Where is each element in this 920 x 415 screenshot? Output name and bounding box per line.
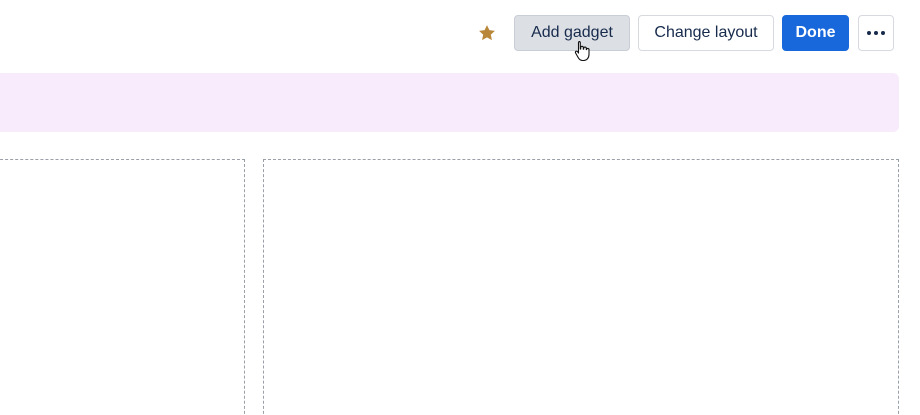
- dashboard-banner: [0, 73, 899, 132]
- dashboard-edit-page: Add gadget Change layout Done: [0, 0, 920, 415]
- done-button[interactable]: Done: [782, 15, 849, 51]
- gadget-column-left[interactable]: [0, 159, 245, 415]
- gadget-column-right[interactable]: [263, 159, 899, 415]
- change-layout-button[interactable]: Change layout: [638, 15, 774, 51]
- star-icon[interactable]: [476, 22, 498, 44]
- more-actions-button[interactable]: [858, 15, 894, 51]
- add-gadget-button[interactable]: Add gadget: [514, 15, 630, 51]
- more-horizontal-icon: [867, 31, 885, 35]
